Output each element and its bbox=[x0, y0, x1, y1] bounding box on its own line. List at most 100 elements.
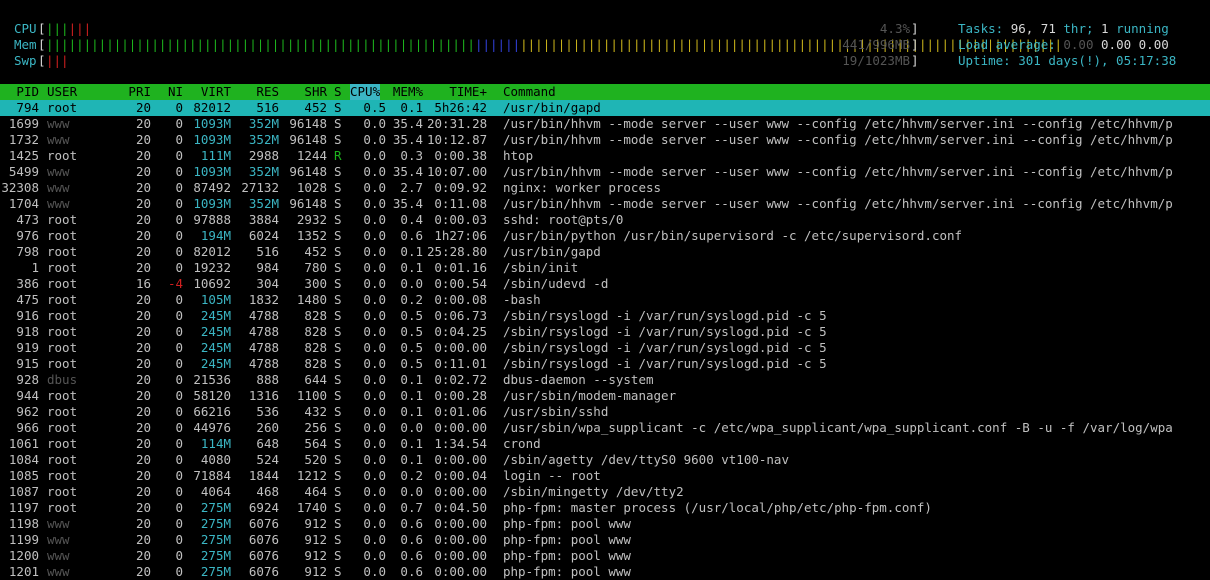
process-mem: 0.2 bbox=[400, 292, 423, 307]
column-header-time[interactable]: TIME+ bbox=[427, 84, 487, 100]
process-row[interactable]: 475 root 20 0 105M 1832 1480 S 0.0 0.2 0:00.08 -bas… bbox=[0, 292, 1210, 308]
process-virt: 4064 bbox=[200, 484, 231, 499]
process-user: root bbox=[47, 468, 78, 483]
uptime-stat: Uptime: 301 days(!), 05:17:38 bbox=[958, 53, 1176, 69]
process-row[interactable]: 798 root 20 0 82012 516 452 S 0.0 0.1 25:28.80/usr… bbox=[0, 244, 1210, 260]
process-row[interactable]: 794 root 20 0 82012 516 452 S 0.5 0.1 5h26:42/usr/… bbox=[0, 100, 1210, 116]
process-row[interactable]: 1732 www 20 0 1093M 352M 96148 S 0.0 35.4 10:12.87… bbox=[0, 132, 1210, 148]
process-priority: 20 bbox=[135, 532, 151, 547]
process-row[interactable]: 5499 www 20 0 1093M 352M 96148 S 0.0 35.4 10:07.00… bbox=[0, 164, 1210, 180]
swp-meter-close-bracket: ] bbox=[911, 53, 919, 68]
process-row[interactable]: 976 root 20 0 194M 6024 1352 S 0.0 0.6 1h27:06/usr… bbox=[0, 228, 1210, 244]
process-cpu: 0.0 bbox=[363, 292, 386, 307]
process-user: www bbox=[47, 516, 70, 531]
process-res: 468 bbox=[256, 484, 279, 499]
process-row[interactable]: 1085 root 20 0 71884 1844 1212 S 0.0 0.2 0:00.04 lo… bbox=[0, 468, 1210, 484]
column-header-mem[interactable]: MEM% bbox=[387, 84, 423, 100]
process-shr: 1100 bbox=[296, 388, 327, 403]
column-header-shr[interactable]: SHR bbox=[283, 84, 327, 100]
process-pid: 475 bbox=[16, 292, 39, 307]
process-command: /usr/bin/gapd bbox=[503, 244, 601, 259]
running-value: 1 bbox=[1101, 21, 1109, 36]
process-res: 3884 bbox=[248, 212, 279, 227]
process-res: 6076 bbox=[248, 564, 279, 579]
process-virt: 4080 bbox=[200, 452, 231, 467]
process-priority: 16 bbox=[135, 276, 151, 291]
process-cpu: 0.0 bbox=[363, 532, 386, 547]
process-shr: 912 bbox=[304, 516, 327, 531]
process-cpu: 0.0 bbox=[363, 564, 386, 579]
process-row[interactable]: 1699 www 20 0 1093M 352M 96148 S 0.0 35.4 20:31.28… bbox=[0, 116, 1210, 132]
process-row[interactable]: 1084 root 20 0 4080 524 520 S 0.0 0.1 0:00.00/sbin… bbox=[0, 452, 1210, 468]
process-command: php-fpm: pool www bbox=[503, 532, 631, 547]
process-row[interactable]: 915 root 20 0 245M 4788 828 S 0.0 0.5 0:11.01/sbin… bbox=[0, 356, 1210, 372]
process-command: /sbin/agetty /dev/ttyS0 9600 vt100-nav bbox=[503, 452, 789, 467]
process-nice: 0 bbox=[175, 372, 183, 387]
process-time: 0:02.72 bbox=[434, 372, 487, 387]
process-row[interactable]: 916 root 20 0 245M 4788 828 S 0.0 0.5 0:06.73/sbin… bbox=[0, 308, 1210, 324]
process-cpu: 0.0 bbox=[363, 436, 386, 451]
process-row[interactable]: 944 root 20 0 58120 1316 1100 S 0.0 0.1 0:00.28/us… bbox=[0, 388, 1210, 404]
process-virt: 10692 bbox=[193, 276, 231, 291]
column-header-virt[interactable]: VIRT bbox=[187, 84, 231, 100]
process-row[interactable]: 918 root 20 0 245M 4788 828 S 0.0 0.5 0:04.25/sbin… bbox=[0, 324, 1210, 340]
cpu-meter-label: CPU bbox=[14, 21, 37, 36]
process-res: 524 bbox=[256, 452, 279, 467]
column-header-ni[interactable]: NI bbox=[155, 84, 183, 100]
process-virt: 245M bbox=[200, 356, 231, 371]
process-pid: 919 bbox=[16, 340, 39, 355]
meter-bar-segment: ||| bbox=[46, 53, 69, 68]
column-header-res[interactable]: RES bbox=[235, 84, 279, 100]
process-row[interactable]: 1197 root 20 0 275M 6924 1740 S 0.0 0.7 0:04.50 php… bbox=[0, 500, 1210, 516]
process-row[interactable]: 1087 root 20 0 4064 468 464 S 0.0 0.0 0:00.00/sbin… bbox=[0, 484, 1210, 500]
process-pid: 32308 bbox=[1, 180, 39, 195]
process-command: /usr/bin/python /usr/bin/supervisord -c … bbox=[503, 228, 963, 243]
process-pid: 1 bbox=[31, 260, 39, 275]
process-row[interactable]: 32308 www 20 0 87492 27132 1028 S 0.0 2.7 0:09.92 n… bbox=[0, 180, 1210, 196]
process-priority: 20 bbox=[135, 372, 151, 387]
process-shr: 564 bbox=[304, 436, 327, 451]
threads-value: 71 bbox=[1040, 21, 1056, 36]
process-row[interactable]: 919 root 20 0 245M 4788 828 S 0.0 0.5 0:00.00/sbin… bbox=[0, 340, 1210, 356]
process-priority: 20 bbox=[135, 180, 151, 195]
process-mem: 0.1 bbox=[400, 244, 423, 259]
process-nice: 0 bbox=[175, 228, 183, 243]
process-row[interactable]: 1200 www 20 0 275M 6076 912 S 0.0 0.6 0:00.00 php-f… bbox=[0, 548, 1210, 564]
process-row[interactable]: 1201 www 20 0 275M 6076 912 S 0.0 0.6 0:00.00 php-f… bbox=[0, 564, 1210, 580]
process-row[interactable]: 928 dbus 20 0 21536 888 644 S 0.0 0.1 0:02.72 dbus-… bbox=[0, 372, 1210, 388]
process-mem: 2.7 bbox=[400, 180, 423, 195]
process-row[interactable]: 966 root 20 0 44976 260 256 S 0.0 0.0 0:00.00/usr/… bbox=[0, 420, 1210, 436]
process-time: 0:00.00 bbox=[434, 484, 487, 499]
process-row[interactable]: 1 root 20 0 19232 984 780 S 0.0 0.1 0:01.16/sbin/i… bbox=[0, 260, 1210, 276]
process-command: -bash bbox=[503, 292, 541, 307]
column-header-pri[interactable]: PRI bbox=[120, 84, 151, 100]
process-row[interactable]: 1704 www 20 0 1093M 352M 96148 S 0.0 35.4 0:11.08 /… bbox=[0, 196, 1210, 212]
process-time: 0:11.08 bbox=[434, 196, 487, 211]
process-time: 0:11.01 bbox=[434, 356, 487, 371]
process-row[interactable]: 1061 root 20 0 114M 648 564 S 0.0 0.1 1:34.54 crond bbox=[0, 436, 1210, 452]
process-row[interactable]: 1198 www 20 0 275M 6076 912 S 0.0 0.6 0:00.00 php-f… bbox=[0, 516, 1210, 532]
column-header-pid[interactable]: PID bbox=[0, 84, 39, 100]
process-pid: 966 bbox=[16, 420, 39, 435]
column-header-command[interactable]: Command bbox=[503, 84, 556, 100]
process-priority: 20 bbox=[135, 484, 151, 499]
process-priority: 20 bbox=[135, 164, 151, 179]
process-row[interactable]: 1199 www 20 0 275M 6076 912 S 0.0 0.6 0:00.00 php-f… bbox=[0, 532, 1210, 548]
process-command: /sbin/rsyslogd -i /var/run/syslogd.pid -… bbox=[503, 356, 827, 371]
process-mem: 0.6 bbox=[400, 228, 423, 243]
process-state: S bbox=[334, 132, 342, 147]
column-header-cpu[interactable]: CPU% bbox=[350, 84, 381, 100]
column-header-state[interactable]: S bbox=[334, 84, 342, 100]
process-state: S bbox=[334, 164, 342, 179]
process-row[interactable]: 386 root 16 -4 10692 304 300 S 0.0 0.0 0:00.54/sbi… bbox=[0, 276, 1210, 292]
process-cpu: 0.0 bbox=[363, 452, 386, 467]
process-command: nginx: worker process bbox=[503, 180, 662, 195]
process-row[interactable]: 1425 root 20 0 111M 2988 1244 R 0.0 0.3 0:00.38 hto… bbox=[0, 148, 1210, 164]
process-row[interactable]: 473 root 20 0 97888 3884 2932 S 0.0 0.4 0:00.03 ssh… bbox=[0, 212, 1210, 228]
column-header-user[interactable]: USER bbox=[47, 84, 77, 100]
process-shr: 644 bbox=[304, 372, 327, 387]
process-mem: 35.4 bbox=[392, 116, 423, 131]
process-row[interactable]: 962 root 20 0 66216 536 432 S 0.0 0.1 0:01.06/usr/… bbox=[0, 404, 1210, 420]
process-nice: 0 bbox=[175, 548, 183, 563]
process-cpu: 0.0 bbox=[363, 388, 386, 403]
